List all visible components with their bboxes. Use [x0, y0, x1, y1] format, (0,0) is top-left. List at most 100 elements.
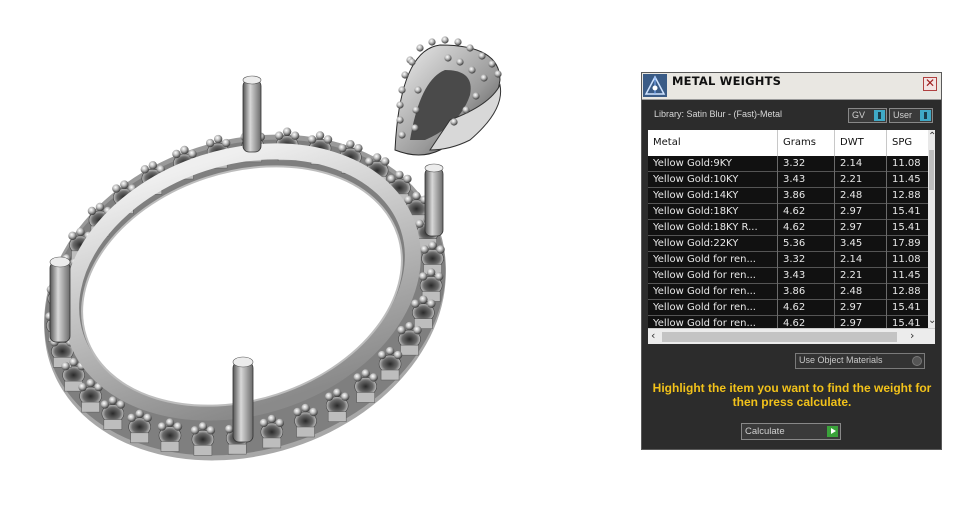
chevron-down-icon[interactable]: ⌄: [928, 316, 935, 326]
table-row[interactable]: Yellow Gold for ren... 3.86 2.48 12.88: [648, 284, 928, 300]
bead: [419, 295, 428, 304]
cell-metal: Yellow Gold:18KY R...: [648, 220, 778, 236]
bail-bead: [478, 52, 486, 60]
cell-metal: Yellow Gold for ren...: [648, 300, 778, 316]
cell-grams: 5.36: [778, 236, 835, 252]
ruler-triangle-icon: [643, 74, 667, 97]
use-object-materials-toggle[interactable]: Use Object Materials: [795, 353, 925, 369]
table-row[interactable]: Yellow Gold for ren... 4.62 2.97 15.41: [648, 300, 928, 316]
table-row[interactable]: Yellow Gold for ren... 3.43 2.21 11.45: [648, 268, 928, 284]
cell-spg: 17.89: [892, 238, 921, 249]
bead: [108, 396, 118, 405]
chevron-up-icon[interactable]: ⌃: [928, 132, 935, 142]
bead: [415, 219, 424, 228]
gv-toggle[interactable]: GV: [848, 108, 887, 123]
bead: [275, 418, 285, 428]
cell-metal: Yellow Gold:10KY: [648, 172, 778, 188]
cell-spg: 12.88: [892, 190, 921, 201]
bead: [225, 424, 234, 434]
cell-dwt: 2.97: [835, 204, 887, 220]
bead: [290, 131, 300, 140]
hscroll-thumb[interactable]: [662, 332, 897, 342]
bead: [387, 174, 396, 184]
bead: [267, 414, 277, 424]
bail-bead: [412, 106, 420, 114]
bead: [188, 149, 197, 159]
library-label: Library: Satin Blur - (Fast)-Metal: [654, 109, 783, 119]
column-header-metal[interactable]: Metal: [648, 130, 778, 156]
bead: [61, 361, 70, 371]
bead: [354, 143, 363, 153]
metal-weights-panel: METAL WEIGHTS ✕ Library: Satin Blur - (F…: [641, 72, 942, 450]
bead: [116, 400, 126, 409]
radio-icon[interactable]: [912, 356, 922, 366]
toggle-indicator-icon: [920, 110, 931, 121]
table-row[interactable]: Yellow Gold:9KY 3.32 2.14 11.08: [648, 156, 928, 172]
chevron-right-icon[interactable]: ›: [910, 330, 914, 341]
bail-bead: [411, 124, 419, 132]
column-header-grams[interactable]: Grams: [778, 130, 835, 156]
bead: [274, 131, 284, 140]
table-header: Metal Grams DWT SPG: [648, 130, 928, 156]
table-row[interactable]: Yellow Gold:14KY 3.86 2.48 12.88: [648, 188, 928, 204]
seat-wall: [193, 445, 213, 456]
user-toggle[interactable]: User: [889, 108, 933, 123]
bead: [172, 149, 181, 159]
bead: [315, 131, 325, 140]
cell-grams: 3.86: [778, 188, 835, 204]
bead: [221, 138, 231, 148]
cell-dwt: 2.97: [835, 220, 887, 236]
chevron-left-icon[interactable]: ‹: [651, 330, 655, 341]
play-icon[interactable]: [827, 426, 838, 437]
column-header-spg[interactable]: SPG: [887, 130, 928, 156]
cell-grams: 3.32: [778, 156, 835, 172]
cell-dwt: 2.21: [835, 268, 887, 284]
close-icon[interactable]: ✕: [923, 77, 937, 91]
horizontal-scrollbar[interactable]: ‹ ›: [648, 328, 935, 344]
table-row[interactable]: Yellow Gold for ren... 3.32 2.14 11.08: [648, 252, 928, 268]
bead: [95, 202, 105, 212]
bead: [120, 180, 129, 189]
metal-table[interactable]: Metal Grams DWT SPG Yellow Gold:9KY 3.32 2…: [648, 130, 935, 344]
bead: [307, 135, 317, 144]
bead: [353, 373, 362, 382]
title-bar[interactable]: METAL WEIGHTS ✕: [642, 73, 941, 100]
bead: [428, 241, 437, 250]
table-row[interactable]: Yellow Gold:18KY R... 4.62 2.97 15.41: [648, 220, 928, 236]
bead: [393, 350, 403, 360]
table-row[interactable]: Yellow Gold:22KY 5.36 3.45 17.89: [648, 236, 928, 252]
seat-wall: [130, 432, 149, 444]
seat-wall: [160, 441, 180, 452]
bead: [213, 134, 223, 144]
table-row[interactable]: Yellow Gold:18KY 4.62 2.97 15.41: [648, 204, 928, 220]
cell-metal: Yellow Gold:18KY: [648, 204, 778, 220]
cell-grams: 3.32: [778, 252, 835, 268]
vertical-scrollbar[interactable]: ⌃ ⌄: [928, 130, 935, 328]
gv-toggle-label: GV: [852, 110, 866, 120]
bead: [338, 143, 347, 153]
bail-bead: [441, 36, 449, 44]
bead: [198, 422, 208, 431]
bead: [332, 388, 342, 397]
bail-bead: [462, 106, 470, 114]
cell-grams: 4.62: [778, 204, 835, 220]
calculate-button[interactable]: Calculate: [741, 423, 841, 440]
3d-viewport[interactable]: [0, 0, 630, 510]
column-header-dwt[interactable]: DWT: [835, 130, 887, 156]
table-row[interactable]: Yellow Gold:10KY 3.43 2.21 11.45: [648, 172, 928, 188]
bail-bead: [488, 60, 496, 68]
bail-bead: [450, 118, 458, 126]
bead: [301, 403, 310, 413]
cell-spg: 11.45: [892, 174, 921, 185]
instruction-text: Highlight the item you want to find the …: [652, 381, 932, 409]
cell-metal: Yellow Gold:14KY: [648, 188, 778, 204]
scroll-thumb[interactable]: [929, 150, 934, 190]
bead: [157, 422, 167, 431]
bail-bead: [408, 58, 416, 66]
bail-bead: [414, 86, 422, 94]
seat-wall: [103, 419, 123, 430]
seat-wall: [262, 437, 282, 449]
bead: [86, 378, 95, 388]
cell-dwt: 2.14: [835, 252, 887, 268]
use-object-materials-label: Use Object Materials: [799, 355, 883, 365]
